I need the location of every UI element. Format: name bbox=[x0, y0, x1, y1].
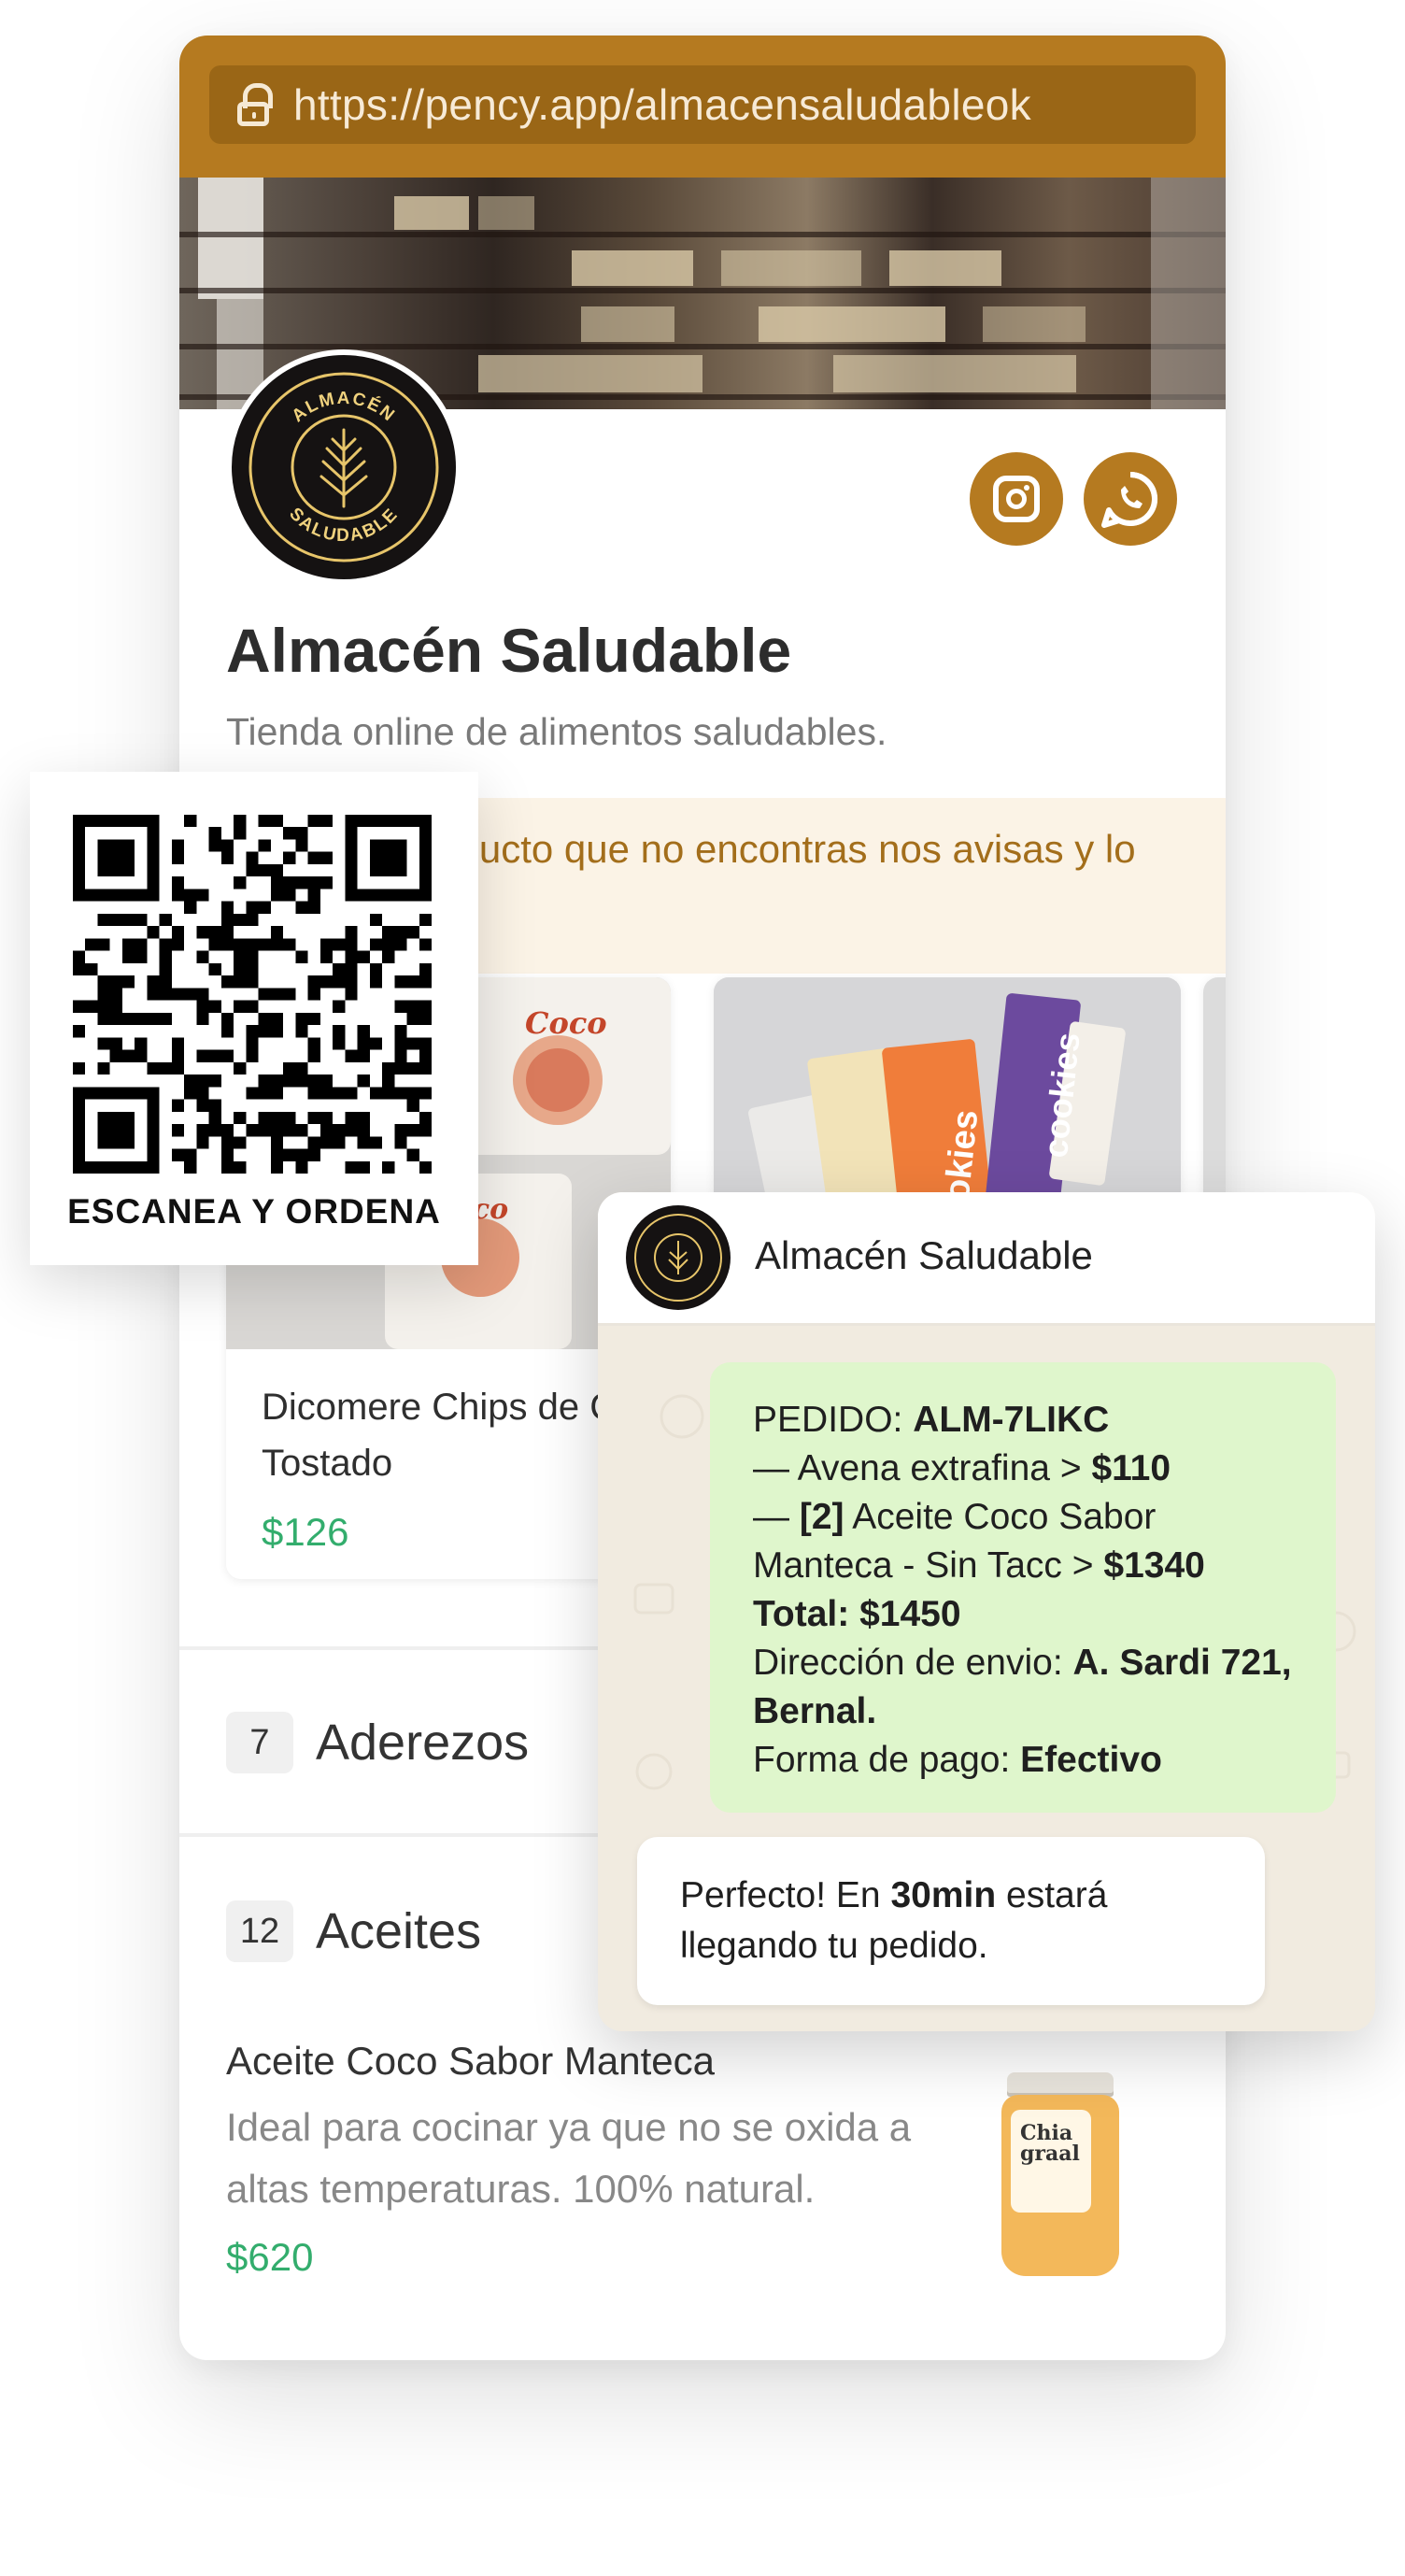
qr-code[interactable] bbox=[73, 815, 432, 1174]
product-price: $126 bbox=[262, 1510, 349, 1554]
reply-time: 30min bbox=[890, 1875, 997, 1915]
svg-text:ALMACÉN: ALMACÉN bbox=[289, 389, 400, 426]
order-label: PEDIDO: bbox=[753, 1400, 914, 1440]
store-logo: ALMACÉN SALUDABLE bbox=[226, 349, 461, 585]
instagram-button[interactable] bbox=[970, 452, 1063, 546]
order-total: Total: $1450 bbox=[753, 1594, 961, 1634]
category-aceites[interactable]: 12 Aceites bbox=[226, 1899, 481, 1964]
featured-product-price: $620 bbox=[226, 2235, 314, 2279]
address-bar[interactable]: https://pency.app/almacensaludableok bbox=[209, 65, 1196, 144]
category-count: 12 bbox=[226, 1900, 293, 1962]
category-name: Aceites bbox=[316, 1903, 482, 1959]
logo-text-top: ALMACÉN bbox=[289, 389, 398, 426]
contact-avatar[interactable] bbox=[626, 1205, 731, 1310]
category-aderezos[interactable]: 7 Aderezos bbox=[226, 1710, 529, 1775]
order-code: ALM-7LIKC bbox=[913, 1400, 1110, 1440]
order-item-2-qty: [2] bbox=[799, 1497, 844, 1537]
whatsapp-button[interactable] bbox=[1084, 452, 1177, 546]
reply-text-before: Perfecto! En bbox=[680, 1875, 891, 1915]
featured-product-title[interactable]: Aceite Coco Sabor Manteca bbox=[226, 2039, 715, 2084]
url-text: https://pency.app/almacensaludableok bbox=[293, 80, 1031, 129]
order-item-1-price: $110 bbox=[1091, 1448, 1171, 1488]
browser-chrome: https://pency.app/almacensaludableok bbox=[179, 36, 1226, 178]
order-item-2-price: $1340 bbox=[1103, 1545, 1205, 1586]
lock-icon bbox=[235, 81, 273, 128]
contact-name: Almacén Saludable bbox=[755, 1233, 1093, 1277]
order-item-1: — Avena extrafina > bbox=[753, 1448, 1092, 1488]
featured-product-image[interactable]: Chia graal bbox=[1001, 2072, 1119, 2276]
payment-value: Efectivo bbox=[1020, 1740, 1162, 1780]
chat-header: Almacén Saludable bbox=[598, 1192, 1375, 1326]
order-item-2-prefix: — bbox=[753, 1497, 800, 1537]
logo-text-bottom: SALUDABLE bbox=[285, 505, 401, 546]
reply-message: Perfecto! En 30min estará llegando tu pe… bbox=[637, 1837, 1265, 2005]
category-name: Aderezos bbox=[316, 1715, 530, 1771]
address-label: Dirección de envio: bbox=[753, 1643, 1073, 1683]
featured-product-description: Ideal para cocinar ya que no se oxida a … bbox=[226, 2105, 912, 2211]
whatsapp-chat: Almacén Saludable PEDIDO: ALM-7LIKC — Av… bbox=[598, 1192, 1375, 2031]
qr-card: ESCANEA Y ORDENA bbox=[30, 772, 478, 1265]
payment-label: Forma de pago: bbox=[753, 1740, 1021, 1780]
category-count: 7 bbox=[226, 1712, 293, 1773]
svg-text:SALUDABLE: SALUDABLE bbox=[285, 505, 403, 546]
svg-text:Coco: Coco bbox=[525, 1005, 607, 1041]
store-name: Almacén Saludable bbox=[226, 616, 792, 685]
qr-caption: ESCANEA Y ORDENA bbox=[67, 1192, 441, 1231]
order-message: PEDIDO: ALM-7LIKC — Avena extrafina > $1… bbox=[710, 1362, 1336, 1813]
instagram-icon bbox=[993, 476, 1040, 522]
store-description: Tienda online de alimentos saludables. bbox=[226, 710, 887, 753]
whatsapp-icon bbox=[1101, 471, 1158, 528]
